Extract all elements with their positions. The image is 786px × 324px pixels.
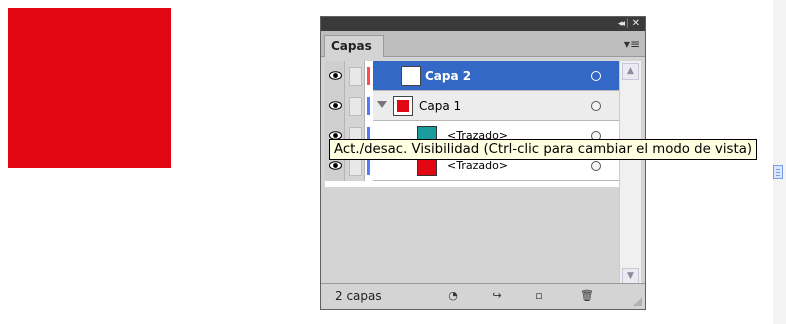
eye-icon <box>329 71 342 80</box>
layer-content[interactable]: Capa 1 <box>373 91 619 121</box>
layer-thumbnail <box>393 96 413 116</box>
lock-toggle[interactable] <box>345 61 365 91</box>
layers-rows: Capa 2 Capa 1 <Trazado> <Trazado> <box>325 61 619 187</box>
lock-box-icon <box>349 97 362 116</box>
expand-triangle-icon[interactable] <box>377 101 387 108</box>
layer-name: Capa 1 <box>419 99 462 113</box>
resize-grip-icon[interactable] <box>633 297 642 306</box>
layer-content[interactable]: Capa 2 <box>373 61 619 91</box>
create-sublayer-icon[interactable]: ↪ <box>489 289 505 303</box>
layer-name: Capa 2 <box>425 69 472 83</box>
layer-color-indicator <box>367 67 370 85</box>
panel-menu-icon[interactable]: ▾≡ <box>624 37 640 51</box>
new-layer-icon[interactable]: ▫ <box>531 289 547 303</box>
layers-list: Capa 2 Capa 1 <Trazado> <Trazado> <box>325 61 619 187</box>
vertical-scrollbar[interactable]: ▲ ▼ <box>619 61 641 287</box>
document-icon[interactable] <box>773 165 783 179</box>
collapse-icon[interactable]: ◂◂ <box>618 17 625 31</box>
panel-title-bar[interactable]: ◂◂ | ✕ <box>321 17 645 31</box>
delete-icon[interactable]: 🗑 <box>579 289 595 303</box>
tooltip: Act./desac. Visibilidad (Ctrl-clic para … <box>329 139 758 160</box>
lock-box-icon <box>349 67 362 86</box>
layer-row-capa-2[interactable]: Capa 2 <box>325 61 619 91</box>
close-icon[interactable]: ✕ <box>632 17 640 31</box>
layers-panel: ◂◂ | ✕ Capas ▾≡ Capa 2 Capa 1 <Trazado> … <box>320 16 646 310</box>
layers-empty-area <box>325 187 619 281</box>
layer-thumbnail <box>401 66 421 86</box>
target-icon[interactable] <box>591 101 601 111</box>
red-square-artwork[interactable] <box>8 8 171 168</box>
tab-row: Capas ▾≡ <box>321 31 645 57</box>
target-icon[interactable] <box>591 71 601 81</box>
visibility-toggle[interactable] <box>325 91 345 121</box>
path-name: <Trazado> <box>447 159 509 172</box>
eye-icon <box>329 161 342 170</box>
make-clipping-mask-icon[interactable]: ◔ <box>445 289 461 303</box>
title-separator: | <box>625 18 629 29</box>
lock-toggle[interactable] <box>345 91 365 121</box>
layer-count: 2 capas <box>335 289 382 303</box>
panel-footer: 2 capas ◔ ↪ ▫ 🗑 <box>321 283 645 309</box>
eye-icon <box>329 101 342 110</box>
right-edge-panel <box>773 0 786 324</box>
tab-capas[interactable]: Capas <box>324 35 384 57</box>
target-icon[interactable] <box>591 161 601 171</box>
visibility-toggle[interactable] <box>325 61 345 91</box>
layer-color-indicator <box>367 97 370 115</box>
layer-row-capa-1[interactable]: Capa 1 <box>325 91 619 121</box>
scroll-up-icon[interactable]: ▲ <box>622 63 639 80</box>
